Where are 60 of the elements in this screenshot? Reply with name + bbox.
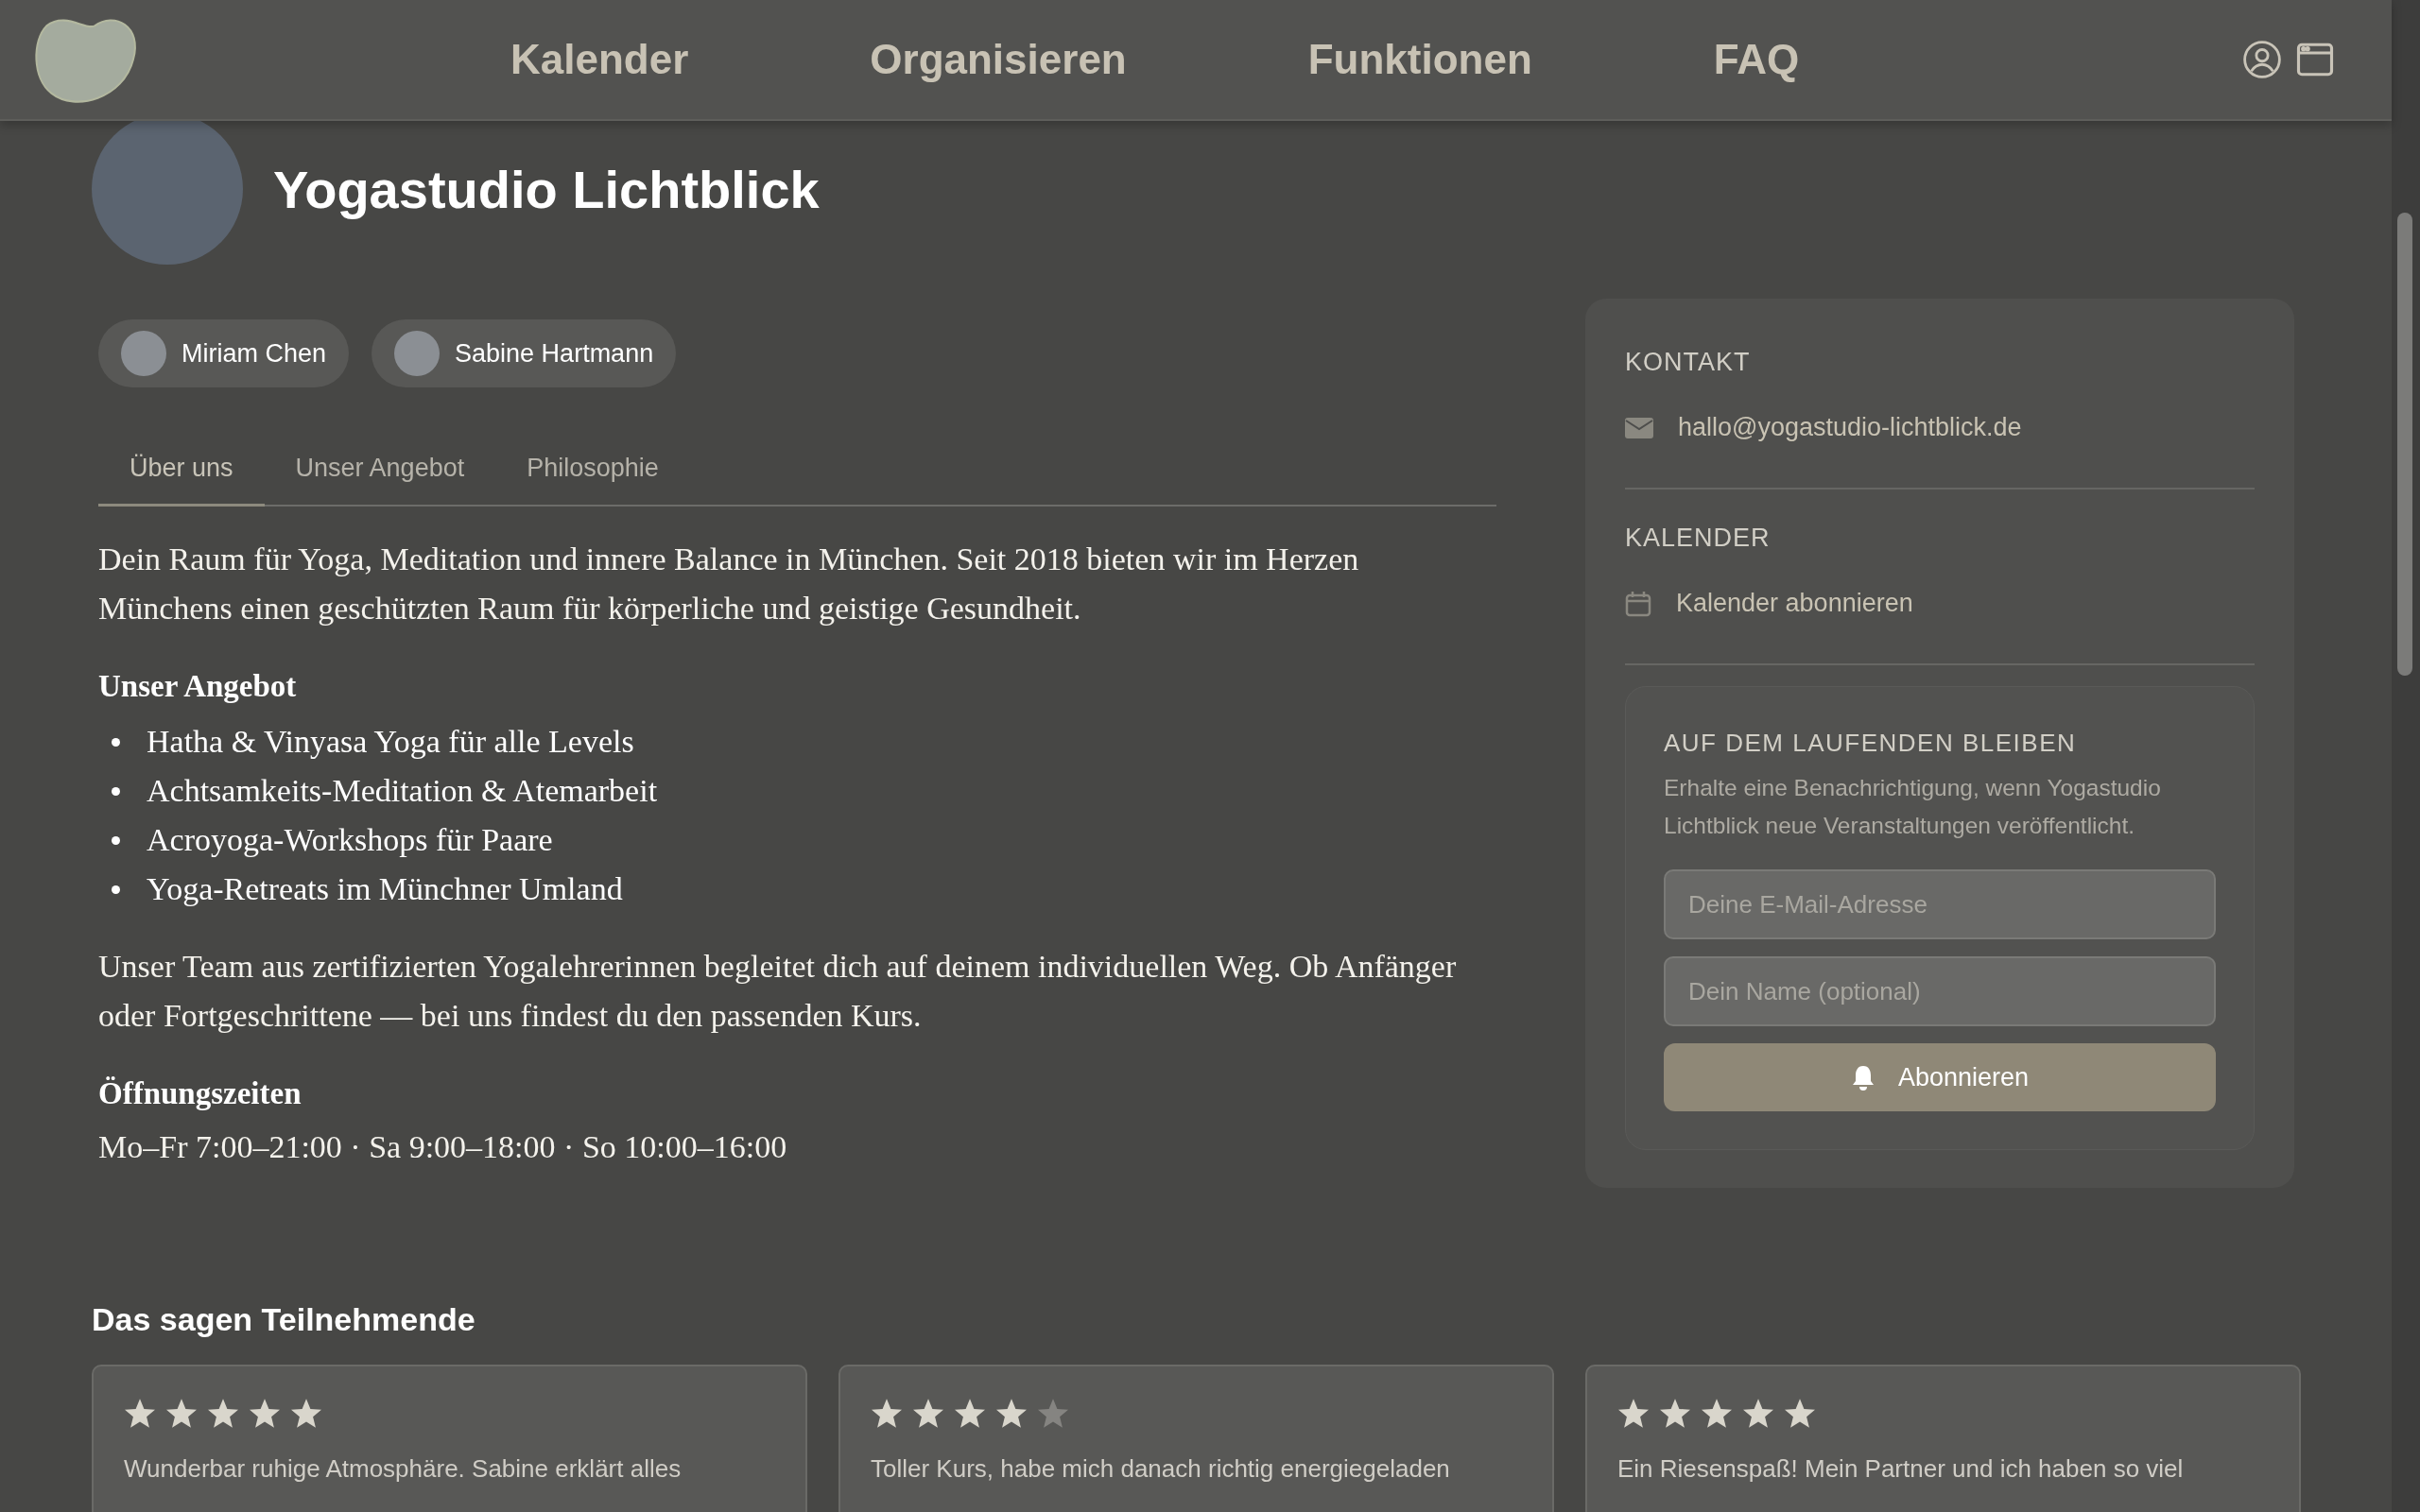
star-icon bbox=[871, 1399, 903, 1430]
nav-link[interactable]: Organisieren bbox=[870, 36, 1127, 83]
nav-link[interactable]: FAQ bbox=[1713, 36, 1800, 83]
list-item: Yoga-Retreats im Münchner Umland bbox=[112, 865, 1496, 914]
star-icon bbox=[1659, 1399, 1691, 1430]
bullet-icon bbox=[112, 835, 120, 845]
bell-icon bbox=[1850, 1064, 1876, 1091]
calendar-icon bbox=[1625, 590, 1651, 617]
bullet-icon bbox=[112, 885, 120, 894]
review-text: Wunderbar ruhige Atmosphäre. Sabine erklärt alles bbox=[124, 1454, 683, 1484]
star-icon bbox=[995, 1399, 1028, 1430]
star-icon bbox=[1701, 1399, 1733, 1430]
star-icon bbox=[249, 1399, 281, 1430]
list-item: Acroyoga-Workshops für Paare bbox=[112, 816, 1496, 865]
nav-link[interactable]: Kalender bbox=[510, 36, 689, 83]
star-icon bbox=[290, 1399, 322, 1430]
tab[interactable]: Über uns bbox=[98, 438, 265, 507]
tab[interactable]: Philosophie bbox=[495, 438, 690, 507]
star-icon bbox=[165, 1399, 198, 1430]
star-icon bbox=[954, 1399, 986, 1430]
review-text: Ein Riesenspaß! Mein Partner und ich haben so viel bbox=[1617, 1454, 2185, 1484]
bullet-icon bbox=[112, 786, 120, 796]
mail-icon bbox=[1625, 417, 1653, 438]
opening-hours: Mo–Fr 7:00–21:00 · Sa 9:00–18:00 · So 10:00–16:00 bbox=[98, 1128, 788, 1166]
section-label: KONTAKT bbox=[1625, 348, 1752, 377]
avatar-icon bbox=[121, 331, 166, 376]
star-icon bbox=[207, 1399, 239, 1430]
section-heading: Öffnungszeiten bbox=[98, 1076, 302, 1111]
subscribe-button[interactable]: Abonnieren bbox=[1664, 1043, 2216, 1111]
section-label: KALENDER bbox=[1625, 524, 1772, 553]
user-icon[interactable] bbox=[2242, 40, 2282, 79]
bullet-icon bbox=[112, 737, 120, 747]
teacher-name: Sabine Hartmann bbox=[455, 338, 654, 369]
teacher-chip[interactable]: Sabine Hartmann bbox=[372, 319, 677, 387]
subscribe-heading: AUF DEM LAUFENDEN BLEIBEN bbox=[1664, 729, 2078, 758]
star-icon bbox=[912, 1399, 944, 1430]
star-icon bbox=[1617, 1399, 1650, 1430]
star-icon bbox=[1742, 1399, 1774, 1430]
subscribe-description: Erhalte eine Benachrichtigung, wenn Yogastudio Lichtblick neue Veranstaltungen veröffentlicht. bbox=[1664, 774, 2162, 840]
studio-name: Yogastudio Lichtblick bbox=[273, 158, 820, 220]
scrollbar[interactable] bbox=[2392, 0, 2420, 1512]
email-link[interactable]: hallo@yogastudio-lichtblick.de bbox=[1678, 413, 2022, 442]
reviews-heading: Das sagen Teilnehmende bbox=[92, 1301, 476, 1338]
teacher-chip[interactable]: Miriam Chen bbox=[98, 319, 350, 387]
email-field[interactable]: Deine E-Mail-Adresse bbox=[1664, 869, 2216, 939]
calendar-link[interactable]: Kalender abonnieren bbox=[1676, 589, 1913, 618]
star-icon bbox=[1037, 1399, 1069, 1430]
section-heading: Unser Angebot bbox=[98, 669, 298, 704]
tab[interactable]: Unser Angebot bbox=[264, 438, 496, 507]
name-field[interactable]: Dein Name (optional) bbox=[1664, 956, 2216, 1026]
star-icon bbox=[124, 1399, 156, 1430]
star-icon bbox=[1784, 1399, 1816, 1430]
list-item: Achtsamkeits-Meditation & Atemarbeit bbox=[112, 766, 1496, 816]
list-item: Hatha & Vinyasa Yoga für alle Levels bbox=[112, 717, 1496, 766]
teacher-name: Miriam Chen bbox=[182, 338, 327, 369]
nav-link[interactable]: Funktionen bbox=[1307, 36, 1532, 83]
review-text: Toller Kurs, habe mich danach richtig energiegeladen bbox=[871, 1454, 1451, 1484]
team-paragraph: Unser Team aus zertifizierten Yogalehrerinnen begleitet dich auf deinem individuellen Weg. Ob Anfänger oder Fortgeschrittene — bei uns findest du den passenden Kurs. bbox=[98, 948, 1458, 1035]
intro-paragraph: Dein Raum für Yoga, Meditation und innere Balance in München. Seit 2018 bieten wir im Herzen Münchens einen geschützten Raum für körperliche und geistige Gesundheit. bbox=[98, 541, 1360, 627]
avatar-icon bbox=[394, 331, 441, 376]
